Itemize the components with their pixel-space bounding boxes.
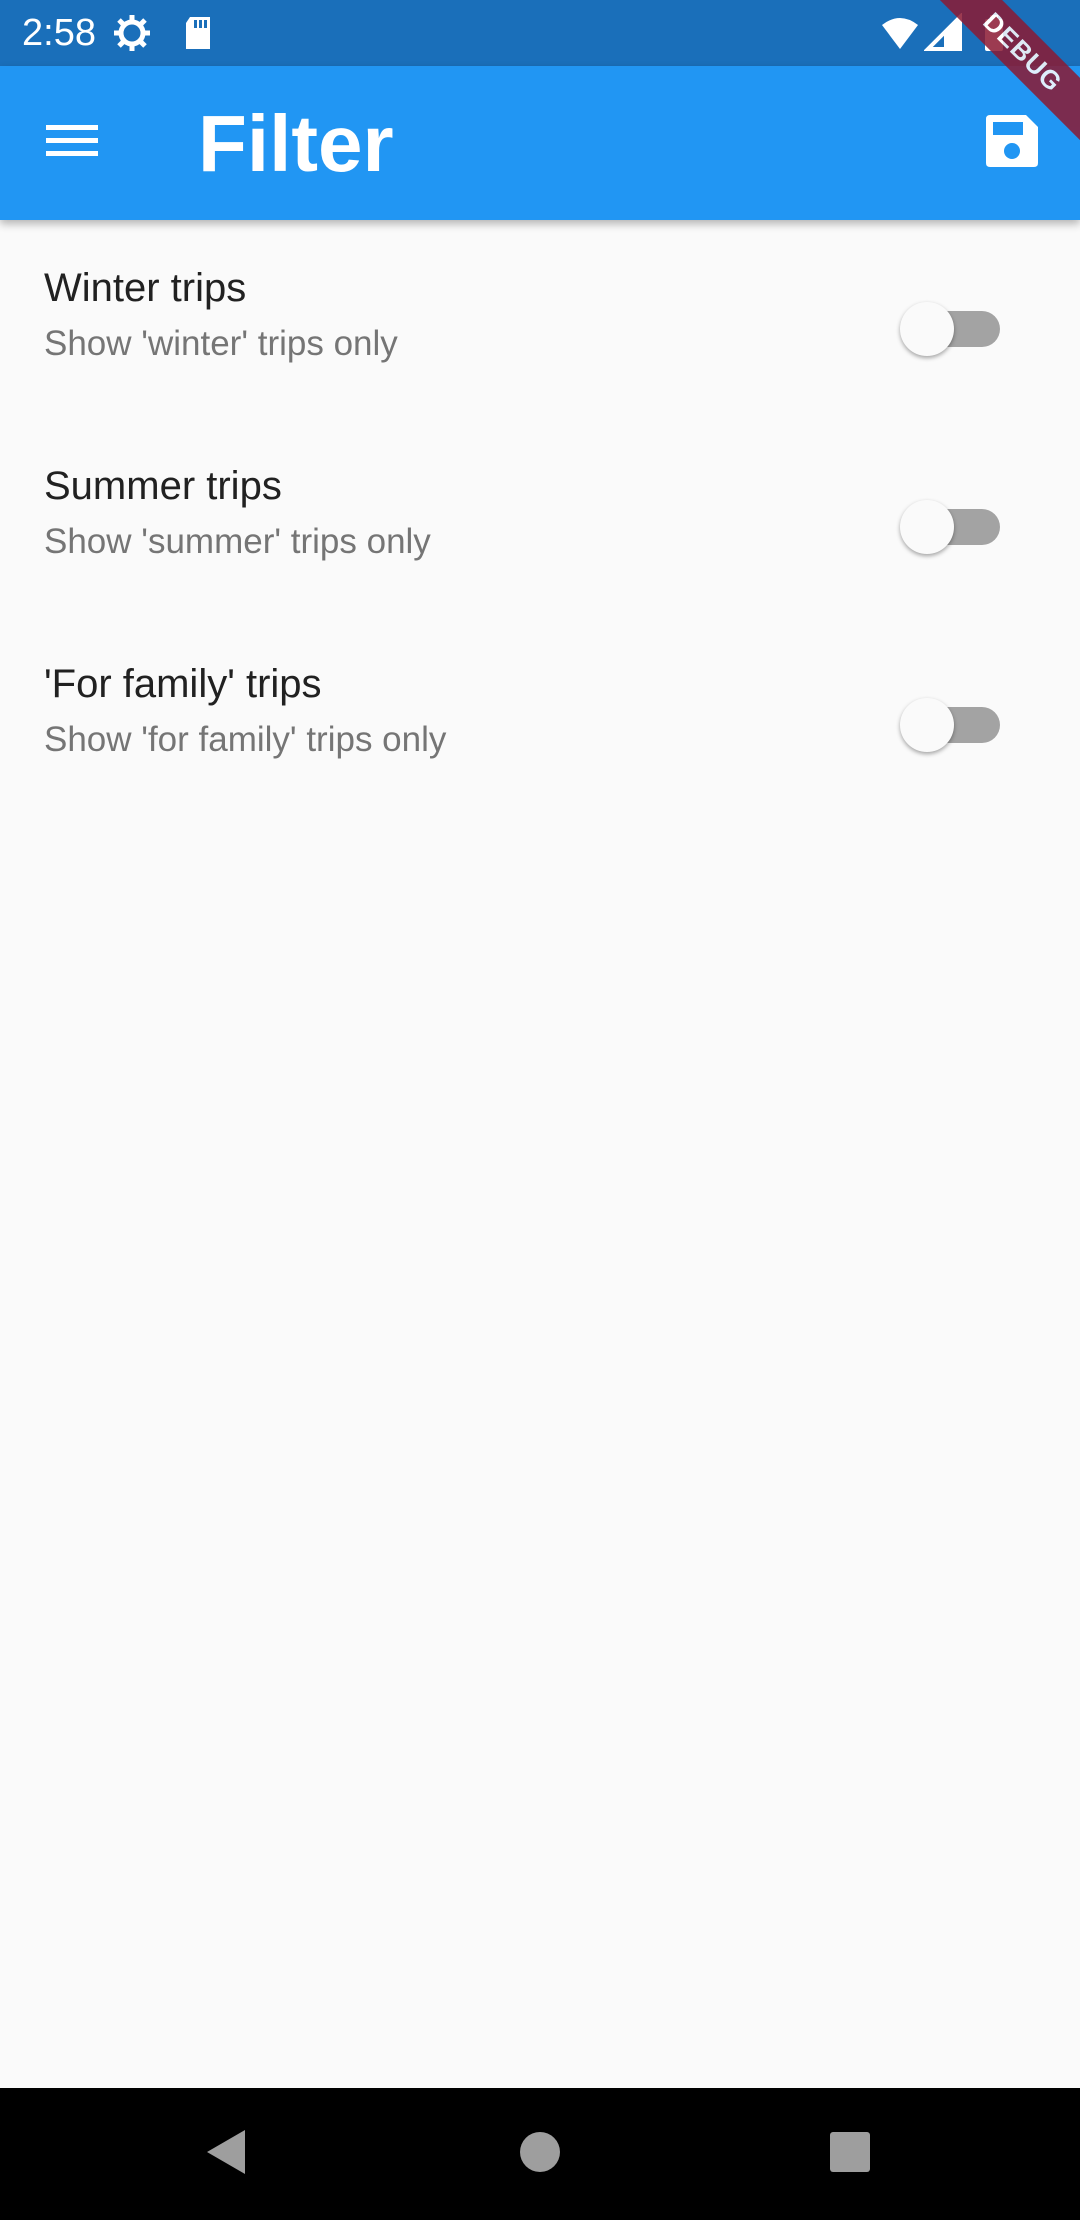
settings-gear-icon [112,13,152,53]
sd-card-icon [178,13,218,53]
switch-thumb [900,500,954,554]
wifi-icon [880,13,920,53]
back-button[interactable] [186,2114,266,2194]
winter-toggle-switch[interactable] [900,298,1004,360]
status-bar: 2:58 [0,0,1080,66]
filter-list: Winter trips Show 'winter' trips only Su… [0,220,1080,814]
navigation-bar [0,2088,1080,2220]
filter-subtitle: Show 'summer' trips only [44,522,431,561]
home-icon [519,2131,561,2178]
filter-item-winter[interactable]: Winter trips Show 'winter' trips only [0,220,1080,418]
home-button[interactable] [500,2114,580,2194]
recents-button[interactable] [810,2114,890,2194]
filter-item-summer[interactable]: Summer trips Show 'summer' trips only [0,418,1080,616]
menu-button[interactable] [32,103,112,183]
save-icon [984,113,1040,174]
switch-thumb [900,698,954,752]
back-icon [203,2127,249,2182]
recents-icon [829,2131,871,2178]
switch-thumb [900,302,954,356]
filter-title: 'For family' trips [44,662,322,706]
screen: 2:58 Filter DEBUG Winter trips Show 'win… [0,0,1080,2220]
filter-title: Winter trips [44,266,247,310]
filter-subtitle: Show 'for family' trips only [44,720,447,759]
page-title: Filter [198,99,394,188]
filter-subtitle: Show 'winter' trips only [44,324,398,363]
save-button[interactable] [972,103,1052,183]
summer-toggle-switch[interactable] [900,496,1004,558]
app-bar: Filter [0,66,1080,220]
menu-icon [46,121,98,166]
status-time: 2:58 [22,12,96,54]
filter-item-family[interactable]: 'For family' trips Show 'for family' tri… [0,616,1080,814]
family-toggle-switch[interactable] [900,694,1004,756]
filter-title: Summer trips [44,464,282,508]
